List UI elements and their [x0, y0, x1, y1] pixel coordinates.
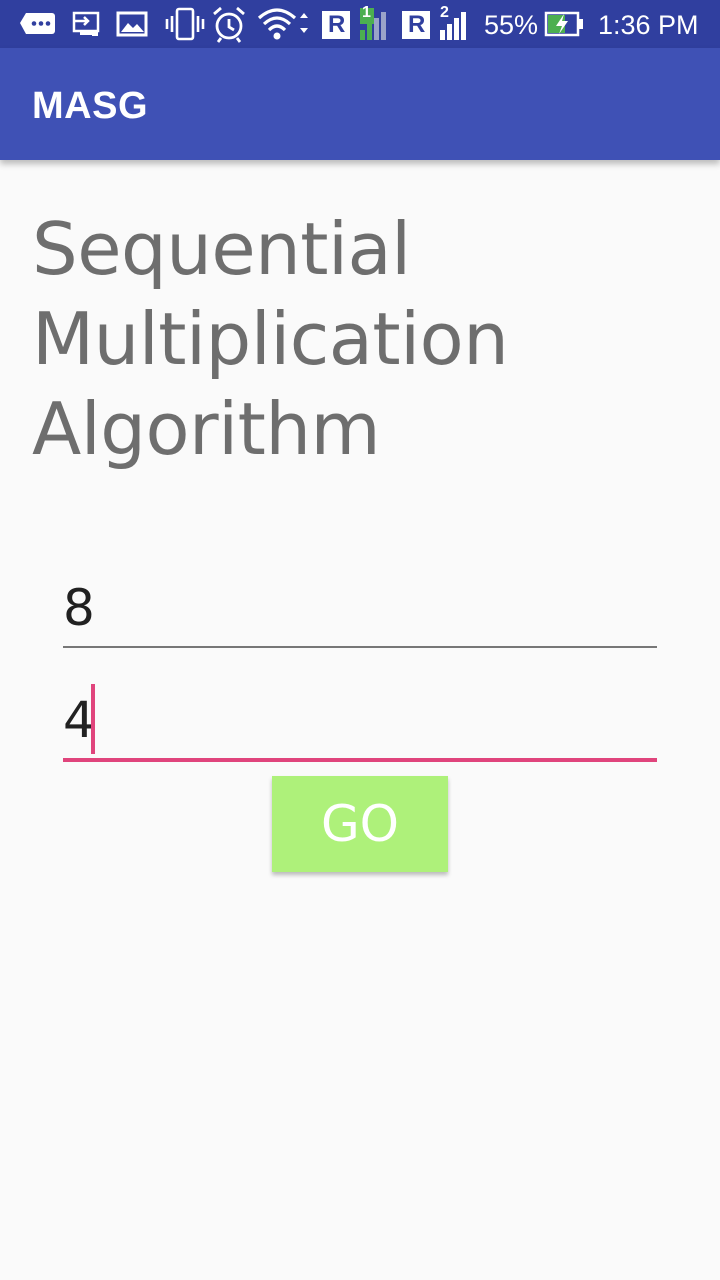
app-title: MASG — [32, 85, 148, 127]
go-button[interactable]: GO — [272, 776, 448, 872]
first-number-input[interactable]: 8 — [63, 578, 657, 650]
second-input-underline — [63, 758, 657, 762]
alarm-icon — [213, 6, 245, 43]
sim1-index: 1 — [362, 4, 371, 21]
text-cursor — [91, 684, 95, 754]
clock-time: 1:36 PM — [598, 10, 699, 40]
battery-charging-icon — [544, 11, 583, 37]
status-bar: R 1 R 2 55% 1:36 PM — [0, 0, 720, 48]
chat-icon — [20, 13, 55, 34]
sim2-index: 2 — [440, 4, 449, 21]
first-number-value: 8 — [63, 579, 95, 637]
vibrate-icon — [165, 7, 205, 41]
app-bar: MASG — [0, 48, 720, 160]
gallery-icon — [116, 11, 148, 37]
battery-percent: 55% — [484, 10, 539, 40]
sim2-label: R — [408, 11, 426, 38]
second-number-input[interactable]: 4 — [63, 684, 657, 764]
sim1-label: R — [328, 11, 346, 38]
screen-cast-icon — [72, 11, 100, 36]
first-input-underline — [63, 646, 657, 648]
page-title: Sequential Multiplication Algorithm — [32, 207, 509, 471]
wifi-icon — [257, 8, 308, 40]
